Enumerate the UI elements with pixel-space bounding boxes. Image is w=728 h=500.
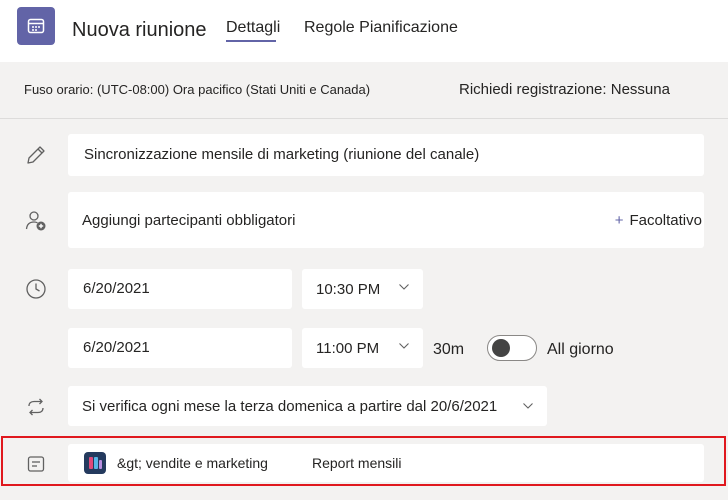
add-person-icon bbox=[24, 209, 48, 233]
chevron-down-icon bbox=[399, 284, 409, 290]
required-attendees-input[interactable]: Aggiungi partecipanti obbligatori + Facol… bbox=[68, 192, 704, 248]
team-avatar-icon bbox=[84, 452, 106, 474]
channel-picker[interactable]: &gt; vendite e marketing Report mensili bbox=[68, 444, 704, 482]
pencil-icon bbox=[24, 143, 48, 167]
page-title: Nuova riunione bbox=[72, 19, 207, 41]
optional-attendees-button[interactable]: + Facoltativo bbox=[615, 212, 702, 229]
chevron-down-icon bbox=[399, 343, 409, 349]
start-date-picker[interactable]: 6/20/2021 bbox=[68, 269, 292, 309]
start-time-dropdown[interactable]: 10:30 PM bbox=[302, 269, 423, 309]
timezone-label[interactable]: Fuso orario: (UTC-08:00) Ora pacifico (S… bbox=[24, 82, 370, 97]
start-time-value: 10:30 PM bbox=[316, 281, 381, 298]
all-day-toggle[interactable] bbox=[487, 335, 537, 361]
end-time-value: 11:00 PM bbox=[316, 340, 380, 357]
tab-scheduling-rules[interactable]: Regole Pianificazione bbox=[304, 19, 458, 37]
plus-icon: + bbox=[614, 212, 624, 229]
channel-icon bbox=[24, 452, 48, 476]
meeting-header: Nuova riunione Dettagli Regole Pianifica… bbox=[0, 0, 728, 62]
team-name: &gt; vendite e marketing bbox=[117, 455, 268, 471]
chevron-down-icon bbox=[523, 403, 533, 409]
repeat-icon bbox=[24, 395, 48, 419]
registration-setting[interactable]: Richiedi registrazione: Nessuna bbox=[459, 81, 670, 98]
recurrence-dropdown[interactable]: Si verifica ogni mese la terza domenica … bbox=[68, 386, 547, 426]
optional-label: Facoltativo bbox=[629, 212, 702, 229]
toggle-knob bbox=[492, 339, 510, 357]
end-time-dropdown[interactable]: 11:00 PM bbox=[302, 328, 423, 368]
channel-name: Report mensili bbox=[312, 455, 402, 471]
attendees-placeholder: Aggiungi partecipanti obbligatori bbox=[82, 212, 296, 229]
active-tab-indicator bbox=[226, 40, 276, 42]
end-date-picker[interactable]: 6/20/2021 bbox=[68, 328, 292, 368]
recurrence-value: Si verifica ogni mese la terza domenica … bbox=[82, 398, 498, 415]
meeting-title-input[interactable]: Sincronizzazione mensile di marketing (r… bbox=[68, 134, 704, 176]
clock-icon bbox=[24, 277, 48, 301]
tab-details[interactable]: Dettagli bbox=[226, 19, 280, 37]
duration-label: 30m bbox=[433, 341, 465, 358]
all-day-label: All giorno bbox=[547, 341, 614, 358]
meeting-info-bar: Fuso orario: (UTC-08:00) Ora pacifico (S… bbox=[0, 62, 728, 119]
calendar-icon bbox=[17, 7, 55, 45]
